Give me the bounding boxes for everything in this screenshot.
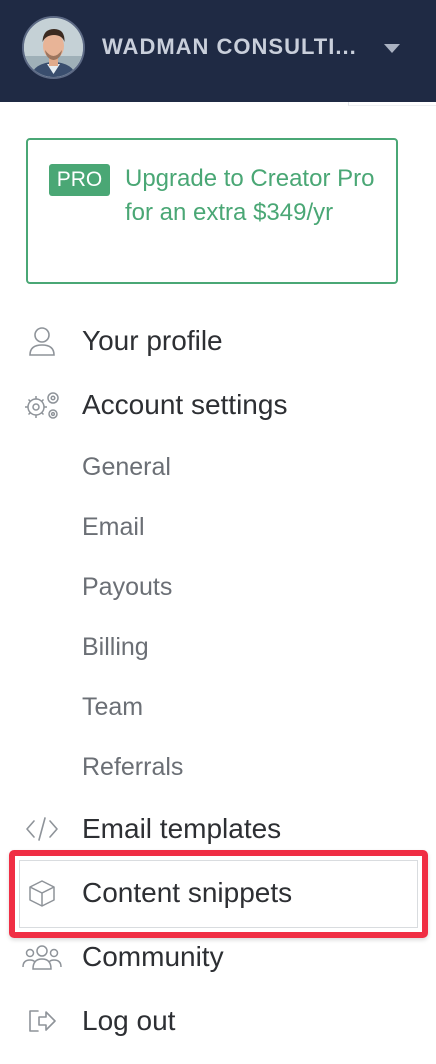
pro-badge: PRO	[49, 164, 110, 196]
menu-item-label: Content snippets	[82, 877, 293, 908]
scrollbar-track	[348, 102, 436, 106]
menu-item-content-snippets[interactable]: Content snippets	[0, 865, 436, 921]
menu-item-label: Account settings	[82, 389, 288, 420]
menu-item-label: Community	[82, 941, 224, 972]
menu-item-account-settings[interactable]: Account settings	[0, 377, 436, 433]
users-icon	[22, 941, 62, 973]
submenu-item-payouts[interactable]: Payouts	[82, 565, 382, 609]
submenu-item-referrals[interactable]: Referrals	[82, 745, 382, 789]
submenu-item-billing[interactable]: Billing	[82, 625, 382, 669]
upgrade-promo-card[interactable]: PRO Upgrade to Creator Pro for an extra …	[26, 138, 398, 284]
upgrade-promo-text[interactable]: Upgrade to Creator Pro for an extra $349…	[125, 162, 375, 230]
submenu-item-email[interactable]: Email	[82, 505, 382, 549]
avatar-image	[24, 18, 83, 77]
menu-item-label: Your profile	[82, 325, 223, 356]
user-icon	[22, 325, 62, 357]
menu-item-email-templates[interactable]: Email templates	[0, 801, 436, 857]
code-icon	[22, 813, 62, 845]
menu-item-label: Email templates	[82, 813, 282, 844]
caret-down-icon[interactable]	[384, 44, 400, 53]
submenu-item-general[interactable]: General	[82, 445, 382, 489]
account-header[interactable]: WADMAN CONSULTI...	[0, 0, 436, 102]
gears-icon	[22, 389, 62, 421]
sign-out-icon	[22, 1005, 62, 1037]
cube-icon	[22, 877, 62, 909]
account-name: WADMAN CONSULTI...	[102, 34, 357, 59]
menu-item-your-profile[interactable]: Your profile	[0, 313, 436, 369]
submenu-item-team[interactable]: Team	[82, 685, 382, 729]
menu-item-label: Log out	[82, 1005, 176, 1036]
menu-item-log-out[interactable]: Log out	[0, 993, 436, 1049]
menu-item-community[interactable]: Community	[0, 929, 436, 985]
avatar	[22, 16, 85, 79]
